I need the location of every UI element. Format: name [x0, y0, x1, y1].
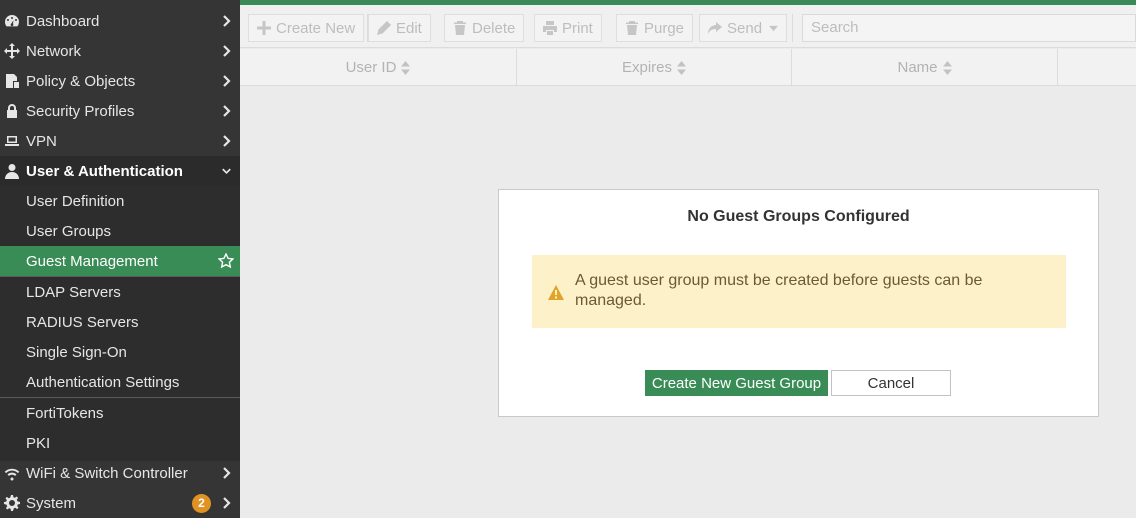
cancel-button[interactable]: Cancel: [831, 370, 951, 396]
network-icon: [3, 42, 21, 60]
sidebar-item-label: RADIUS Servers: [26, 313, 139, 331]
warning-text: A guest user group must be created befor…: [575, 272, 983, 309]
pencil-icon: [377, 21, 391, 35]
sidebar-item-wifi-switch-controller[interactable]: WiFi & Switch Controller: [0, 458, 240, 488]
sidebar-item-policy-objects[interactable]: Policy & Objects: [0, 66, 240, 96]
sidebar-item-label: Authentication Settings: [26, 373, 180, 391]
sidebar-item-label: VPN: [26, 132, 57, 150]
sidebar: Dashboard Network Policy & Objects Secur…: [0, 0, 240, 518]
sidebar-item-user-groups[interactable]: User Groups: [0, 216, 240, 246]
sidebar-item-guest-management[interactable]: Guest Management: [0, 246, 240, 276]
print-label: Print: [562, 19, 593, 37]
sort-icon: [942, 60, 952, 75]
send-button[interactable]: Send: [699, 14, 788, 42]
delete-button[interactable]: Delete: [444, 14, 525, 42]
sidebar-item-label: User Groups: [26, 222, 112, 240]
sidebar-item-security-profiles[interactable]: Security Profiles: [0, 96, 240, 126]
sidebar-item-user-authentication[interactable]: User & Authentication: [0, 156, 240, 186]
sidebar-item-label: User Definition: [26, 192, 125, 210]
toolbar-separator: [792, 14, 793, 42]
chevron-right-icon: [221, 104, 231, 118]
sidebar-item-label: Security Profiles: [26, 102, 135, 120]
sidebar-item-fortitokens[interactable]: FortiTokens: [0, 398, 240, 428]
sidebar-item-label: Guest Management: [26, 252, 158, 270]
chevron-down-icon: [221, 164, 231, 178]
caret-down-icon: [769, 25, 779, 31]
create-new-button[interactable]: Create New: [248, 14, 365, 42]
sidebar-item-single-sign-on[interactable]: Single Sign-On: [0, 337, 240, 367]
laptop-icon: [3, 132, 21, 150]
sidebar-item-dashboard[interactable]: Dashboard: [0, 6, 240, 36]
policy-icon: [3, 72, 21, 90]
sidebar-item-pki[interactable]: PKI: [0, 428, 240, 458]
column-header-name[interactable]: Name: [792, 49, 1058, 86]
sort-icon: [677, 60, 687, 75]
chevron-right-icon: [221, 466, 231, 480]
print-button[interactable]: Print: [534, 14, 602, 42]
warning-icon: [548, 285, 564, 300]
trash-icon: [454, 21, 466, 35]
sidebar-item-label: Network: [26, 42, 82, 60]
trash-icon: [626, 21, 638, 35]
printer-icon: [543, 21, 557, 35]
sidebar-item-label: Single Sign-On: [26, 343, 127, 361]
wifi-icon: [3, 464, 21, 482]
sidebar-item-label: User & Authentication: [26, 162, 183, 180]
edit-label: Edit: [396, 19, 422, 37]
chevron-right-icon: [221, 496, 231, 510]
sidebar-item-radius-servers[interactable]: RADIUS Servers: [0, 307, 240, 337]
sidebar-item-label: System: [26, 494, 77, 512]
purge-label: Purge: [644, 19, 685, 37]
chevron-right-icon: [221, 134, 231, 148]
no-guest-groups-dialog: No Guest Groups Configured A guest user …: [498, 189, 1099, 417]
column-label: Name: [897, 59, 938, 76]
star-icon[interactable]: [217, 252, 235, 269]
column-label: Expires: [621, 59, 673, 76]
sidebar-item-ldap-servers[interactable]: LDAP Servers: [0, 277, 240, 307]
sidebar-item-label: Dashboard: [26, 12, 100, 30]
warning-message: A guest user group must be created befor…: [532, 255, 1066, 328]
table-header: User ID Expires Name: [240, 49, 1136, 86]
dashboard-icon: [3, 12, 21, 30]
sidebar-item-network[interactable]: Network: [0, 36, 240, 66]
delete-label: Delete: [472, 19, 516, 37]
share-arrow-icon: [708, 22, 722, 34]
sidebar-item-authentication-settings[interactable]: Authentication Settings: [0, 367, 240, 397]
column-label: User ID: [345, 59, 397, 76]
gear-icon: [3, 494, 21, 512]
send-label: Send: [727, 19, 763, 37]
create-new-label: Create New: [276, 19, 356, 37]
plus-icon: [257, 21, 271, 35]
edit-button[interactable]: Edit: [368, 14, 431, 42]
chevron-right-icon: [221, 14, 231, 28]
search-input[interactable]: Search: [802, 14, 1136, 42]
create-new-guest-group-button[interactable]: Create New Guest Group: [645, 370, 828, 396]
toolbar: Create New Edit Delete Print Purge Send …: [240, 5, 1136, 48]
sidebar-item-label: FortiTokens: [26, 404, 104, 422]
sidebar-item-label: PKI: [26, 434, 51, 452]
column-header-user-id[interactable]: User ID: [240, 49, 517, 86]
notification-badge: 2: [192, 493, 211, 513]
column-header-expires[interactable]: Expires: [517, 49, 792, 86]
sidebar-item-label: Policy & Objects: [26, 72, 136, 90]
sort-icon: [401, 60, 411, 75]
chevron-right-icon: [221, 74, 231, 88]
dialog-title: No Guest Groups Configured: [687, 208, 910, 225]
sidebar-item-system[interactable]: System 2: [0, 488, 240, 518]
lock-icon: [3, 102, 21, 120]
user-icon: [3, 162, 21, 180]
sidebar-item-vpn[interactable]: VPN: [0, 126, 240, 156]
sidebar-item-user-definition[interactable]: User Definition: [0, 186, 240, 216]
purge-button[interactable]: Purge: [616, 14, 694, 42]
chevron-right-icon: [221, 44, 231, 58]
sidebar-item-label: WiFi & Switch Controller: [26, 464, 188, 482]
sidebar-item-label: LDAP Servers: [26, 283, 121, 301]
